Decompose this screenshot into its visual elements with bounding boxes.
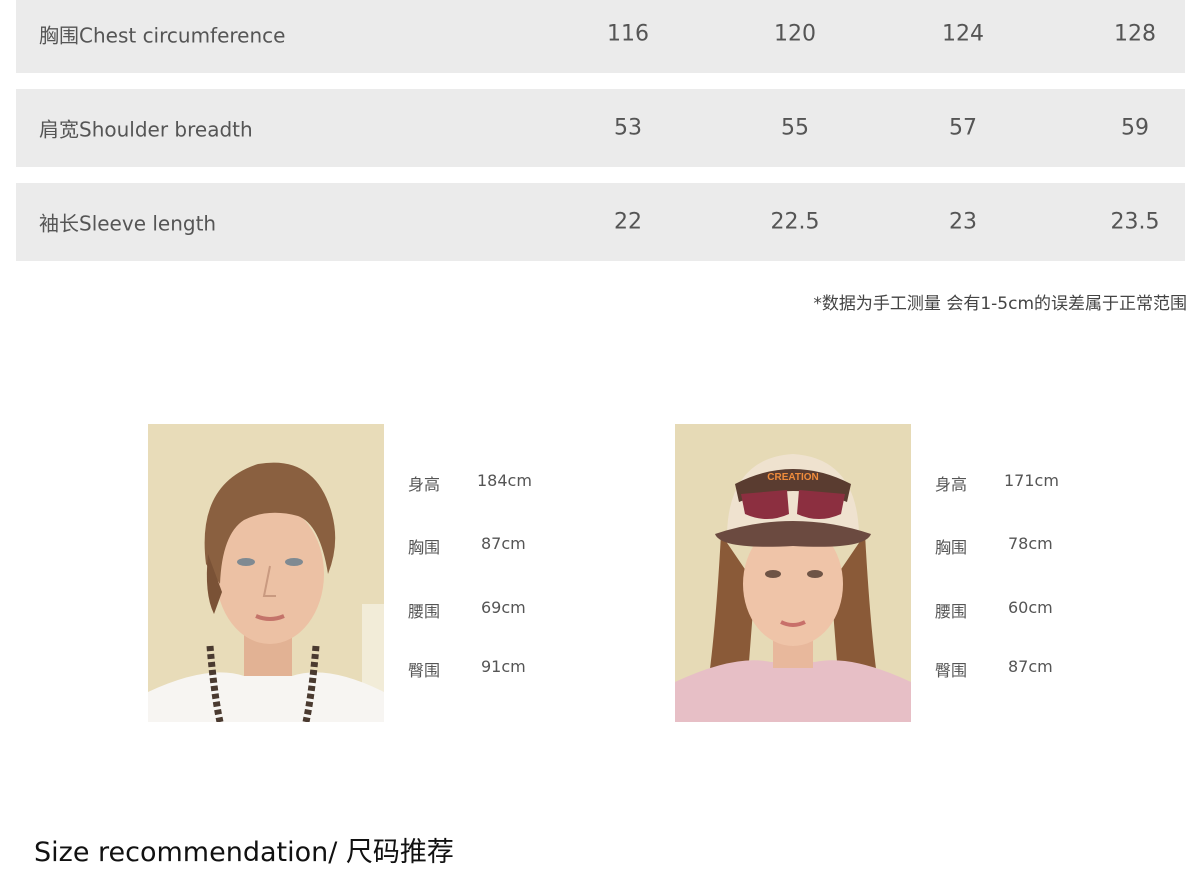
table-row-sleeve: 袖长Sleeve length 22 22.5 23 23.5 (16, 183, 1185, 261)
cell-value: 120 (774, 21, 816, 47)
section-title: Size recommendation/ 尺码推荐 (34, 837, 454, 868)
row-label: 袖长Sleeve length (39, 211, 217, 236)
stat-value-height: 184cm (477, 471, 532, 490)
cap-logo-text: CREATION (767, 472, 818, 483)
stat-label-chest: 胸围 (935, 538, 968, 557)
cell-value: 23.5 (1110, 209, 1160, 235)
stat-label-waist: 腰围 (408, 602, 441, 621)
stat-value-waist: 69cm (481, 598, 526, 617)
cell-value: 22.5 (770, 209, 820, 235)
cell-value: 116 (607, 21, 649, 47)
cell-value: 55 (781, 115, 809, 141)
stat-value-chest: 87cm (481, 534, 526, 553)
stat-label-chest: 胸围 (408, 538, 441, 557)
cell-value: 23 (949, 209, 977, 235)
cell-value: 53 (614, 115, 642, 141)
cell-value: 124 (942, 21, 984, 47)
male-model-illustration (148, 424, 384, 722)
stat-label-hip: 臀围 (408, 661, 441, 680)
female-model-illustration: CREATION (675, 424, 911, 722)
stat-label-hip: 臀围 (935, 661, 968, 680)
row-label: 胸围Chest circumference (39, 23, 286, 48)
row-label: 肩宽Shoulder breadth (39, 117, 253, 142)
stat-value-hip: 91cm (481, 657, 526, 676)
stat-value-height: 171cm (1004, 471, 1059, 490)
stat-value-hip: 87cm (1008, 657, 1053, 676)
table-row-chest: 胸围Chest circumference 116 120 124 128 (16, 0, 1185, 73)
cell-value: 57 (949, 115, 977, 141)
stat-value-waist: 60cm (1008, 598, 1053, 617)
stat-value-chest: 78cm (1008, 534, 1053, 553)
table-row-shoulder: 肩宽Shoulder breadth 53 55 57 59 (16, 89, 1185, 167)
cell-value: 59 (1121, 115, 1149, 141)
stat-label-height: 身高 (408, 475, 441, 494)
stat-label-waist: 腰围 (935, 602, 968, 621)
measurement-note: *数据为手工测量 会有1-5cm的误差属于正常范围 (813, 294, 1187, 314)
stat-label-height: 身高 (935, 475, 968, 494)
product-detail-page: 胸围Chest circumference 116 120 124 128 肩宽… (0, 0, 1200, 879)
female-model-photo: CREATION (675, 424, 911, 722)
cell-value: 128 (1114, 21, 1156, 47)
cell-value: 22 (614, 209, 642, 235)
male-model-photo (148, 424, 384, 722)
